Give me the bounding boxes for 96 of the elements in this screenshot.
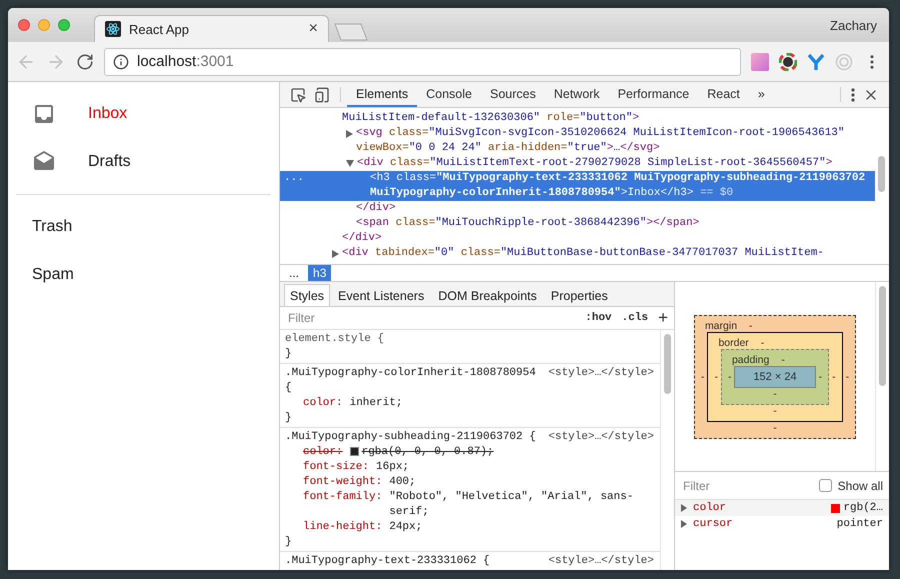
- devtools-tab[interactable]: Performance: [608, 82, 698, 107]
- reload-icon: [76, 52, 94, 70]
- css-value: "Roboto", "Helvetica", "Arial", sans-serif;: [389, 490, 634, 520]
- expand-triangle-icon[interactable]: [346, 130, 353, 138]
- breadcrumb[interactable]: h3: [308, 265, 332, 281]
- expand-triangle-icon[interactable]: [332, 250, 339, 258]
- hover-toggle-button[interactable]: :hov: [585, 312, 612, 324]
- computed-value: pointer: [836, 518, 883, 530]
- css-property: font-family:: [303, 490, 382, 505]
- css-property: font-size:: [303, 460, 370, 475]
- profile-name[interactable]: Zachary: [830, 18, 877, 33]
- breadcrumb[interactable]: ...: [284, 265, 304, 281]
- box-value: -: [818, 370, 822, 382]
- dom-node-line[interactable]: <h3 class="MuiTypography-text-233331062 MuiTypography-subheading-2119063702 MuiTypography-colorInherit-1808780954">Inbox</h3> == $0: [370, 171, 875, 201]
- box-value: -: [760, 336, 764, 348]
- new-rule-button[interactable]: +: [658, 308, 668, 328]
- source-link[interactable]: <style>…</style>: [548, 430, 654, 445]
- more-dots[interactable]: ...: [284, 171, 304, 186]
- address-bar[interactable]: localhost:3001: [104, 48, 741, 76]
- color-wheel-icon[interactable]: [779, 52, 797, 70]
- tab-close-button[interactable]: ×: [308, 20, 318, 38]
- selected-node-row[interactable]: ... <h3 class="MuiTypography-text-233331062 MuiTypography-subheading-2119063702 MuiTypography-colorInherit-1808780954">Inbox</h3> == $0: [280, 171, 875, 201]
- list-item[interactable]: Drafts: [8, 138, 279, 186]
- class-toggle-button[interactable]: .cls: [622, 312, 648, 324]
- sidebar-tab[interactable]: DOM Breakpoints: [432, 284, 543, 306]
- source-link[interactable]: <style>…</style>: [548, 366, 654, 396]
- y-shape-icon[interactable]: [807, 52, 825, 70]
- dom-node-line[interactable]: </div>: [342, 231, 382, 246]
- devices-icon: [314, 86, 330, 102]
- source-link[interactable]: <style>…</style>: [548, 554, 654, 569]
- box-label: margin: [704, 320, 738, 332]
- css-value: 24px;: [389, 520, 424, 535]
- box-value: -: [781, 354, 785, 366]
- box-value: -: [700, 370, 704, 382]
- more-tabs-button[interactable]: »: [748, 82, 774, 107]
- sidebar-tab[interactable]: Styles: [284, 284, 330, 306]
- css-property: color:: [303, 396, 343, 411]
- checkbox[interactable]: [818, 479, 832, 492]
- sidebar-tab[interactable]: Properties: [544, 284, 614, 306]
- devtools-tab[interactable]: Sources: [480, 82, 545, 107]
- atom-icon: [105, 21, 121, 37]
- box-value: -: [846, 370, 850, 382]
- computed-property: color: [693, 502, 728, 514]
- scrollbar-thumb[interactable]: [879, 286, 886, 386]
- box-value: -: [832, 370, 836, 382]
- dom-node-line[interactable]: <div tabindex="0" class="MuiButtonBase-buttonBase-3477017037 MuiListItem-: [342, 246, 824, 261]
- css-selector: .MuiTypography-subheading-2119063702 {: [285, 430, 536, 445]
- css-property: color:: [303, 445, 343, 460]
- css-value: rgba(0, 0, 0, 0.87);: [362, 445, 495, 460]
- css-selector: element.style {: [285, 332, 384, 347]
- computed-property: cursor: [693, 518, 734, 530]
- content-box: 152 × 24: [734, 366, 816, 388]
- css-value: 16px;: [376, 460, 410, 475]
- gradient-square-icon[interactable]: [751, 52, 769, 70]
- devtools-tab[interactable]: Console: [417, 82, 481, 107]
- closing-brace: }: [285, 536, 292, 548]
- css-selector: .MuiTypography-text-233331062 {: [285, 554, 490, 569]
- box-value: -: [714, 370, 718, 382]
- checkbox-label: Show all: [838, 478, 883, 492]
- closing-brace: }: [285, 348, 292, 360]
- browser-tab[interactable]: React App ×: [94, 15, 329, 42]
- box-value: -: [728, 370, 732, 382]
- box-label: padding: [732, 354, 770, 366]
- dom-node-line[interactable]: <div class="MuiListItemText-root-2790279028 SimpleList-root-3645560457">: [357, 156, 832, 171]
- info-icon[interactable]: [113, 54, 129, 70]
- dom-node-line[interactable]: <svg class="MuiSvgIcon-svgIcon-3510206624 MuiListItemIcon-root-1906543613" viewBox="0 0 24 24" aria-hidden="true">…</svg>: [356, 126, 875, 156]
- css-property: font-weight:: [303, 475, 382, 490]
- box-value: -: [773, 422, 777, 434]
- box-label: border: [718, 336, 749, 348]
- sidebar-tab[interactable]: Event Listeners: [332, 284, 430, 306]
- color-swatch[interactable]: [350, 447, 359, 456]
- dom-node-line[interactable]: <span class="MuiTouchRipple-root-3868442396"></span>: [356, 216, 700, 231]
- cursor-in-square-icon: [290, 86, 306, 102]
- dom-node-line[interactable]: </div>: [356, 201, 396, 216]
- scrollbar-thumb[interactable]: [664, 334, 671, 394]
- devtools-tab[interactable]: Elements: [347, 82, 418, 107]
- devtools-tab[interactable]: Network: [544, 82, 609, 107]
- box-value: -: [773, 404, 777, 416]
- box-value: -: [773, 388, 777, 400]
- kebab-menu-icon: [851, 88, 855, 102]
- computed-value: rgb(2…: [843, 502, 883, 514]
- scrollbar-thumb[interactable]: [878, 156, 885, 192]
- list-item[interactable]: Trash: [8, 203, 279, 251]
- list-item[interactable]: Inbox: [8, 90, 279, 138]
- list-item[interactable]: Spam: [8, 251, 279, 299]
- css-property: line-height:: [303, 520, 382, 535]
- tab-title: React App: [129, 22, 190, 36]
- closing-brace: }: [285, 412, 292, 424]
- inbox-icon: [32, 102, 56, 126]
- reload-button[interactable]: [76, 52, 94, 70]
- css-value: 400;: [389, 475, 417, 490]
- box-value: -: [749, 320, 753, 332]
- dom-node-line[interactable]: MuiListItem-default-132630306" role="button">: [342, 111, 640, 126]
- close-window-button[interactable]: [18, 19, 30, 31]
- css-value: inherit;: [350, 396, 404, 411]
- devtools-tab[interactable]: React: [698, 82, 749, 107]
